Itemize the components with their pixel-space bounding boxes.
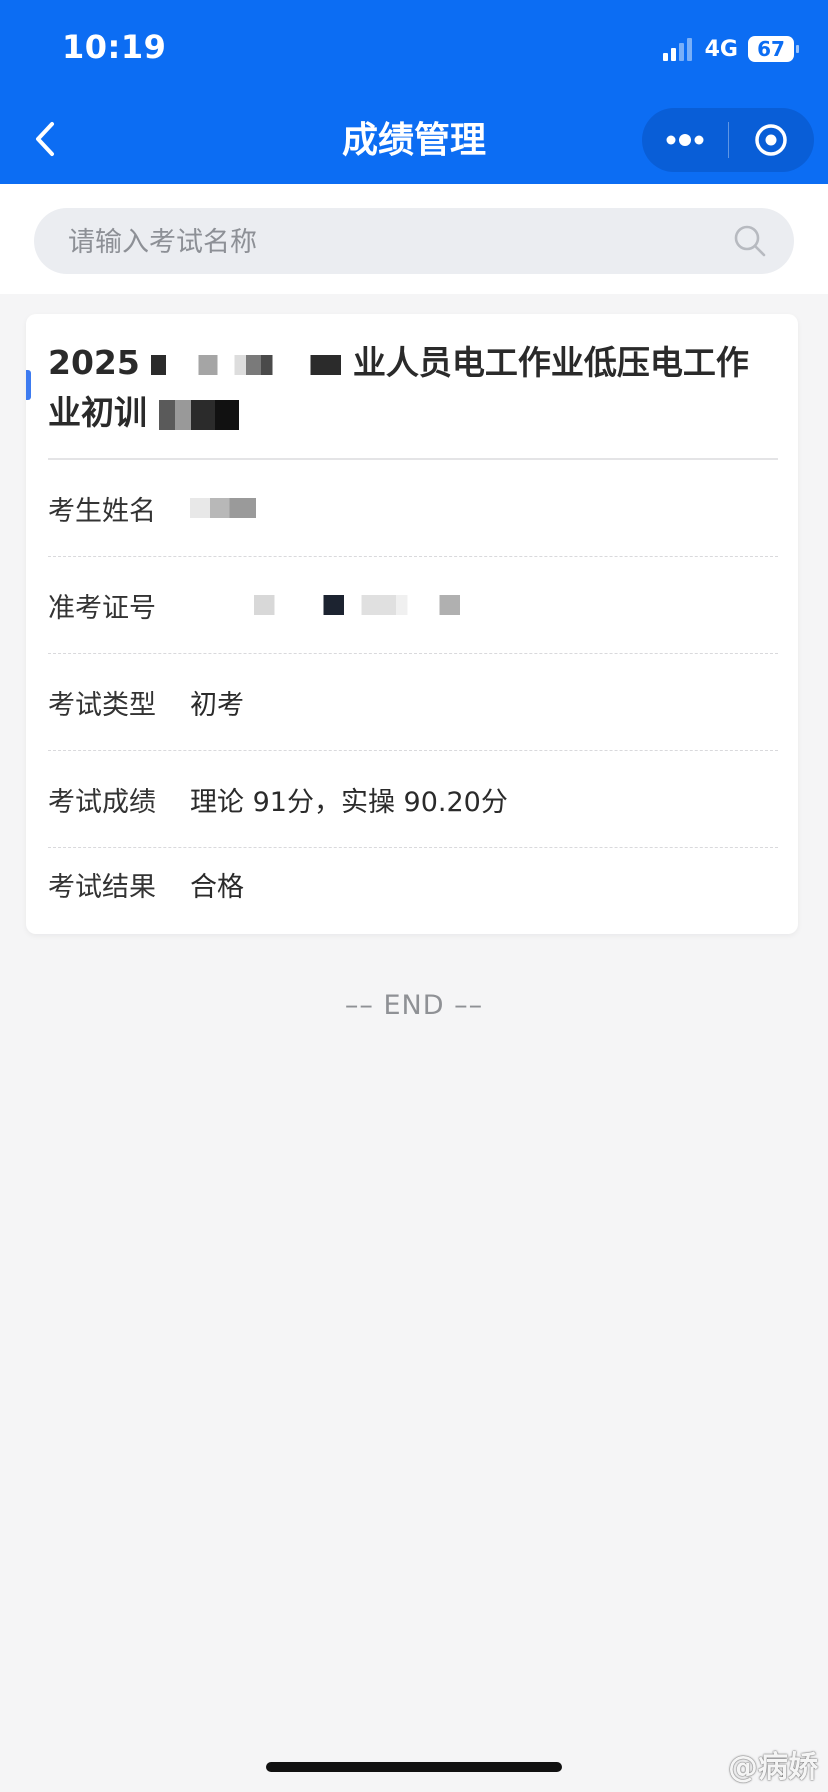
redacted-mosaic xyxy=(158,399,239,430)
field-row-exam-type: 考试类型 初考 xyxy=(48,654,778,751)
search-input[interactable] xyxy=(66,208,710,276)
field-row-score: 考试成绩 理论 91分，实操 90.20分 xyxy=(48,751,778,848)
close-mini-program-button[interactable] xyxy=(729,108,815,172)
field-value: 初考 xyxy=(190,689,244,721)
redacted-mosaic xyxy=(254,595,544,615)
field-row-ticket: 准考证号 xyxy=(48,557,778,654)
mini-program-capsule xyxy=(642,108,814,172)
field-value: 理论 91分，实操 90.20分 xyxy=(190,786,508,818)
field-label: 考生姓名 xyxy=(48,495,156,527)
signal-icon xyxy=(662,37,695,61)
field-label: 考试结果 xyxy=(48,871,156,903)
field-label: 考试成绩 xyxy=(48,786,156,818)
end-label: –– END –– xyxy=(344,990,484,1021)
status-indicators: 4G 67 xyxy=(662,34,799,64)
search-icon[interactable] xyxy=(732,223,768,259)
field-label: 准考证号 xyxy=(48,592,156,624)
field-value xyxy=(190,498,256,518)
more-dots-icon xyxy=(666,134,704,146)
exam-title-end: 业初训 xyxy=(48,393,147,432)
exam-title-middle: 业人员电工作业低压电工作 xyxy=(352,343,749,382)
search-box[interactable] xyxy=(34,208,794,276)
target-circle-icon xyxy=(755,124,787,156)
header: 10:19 4G 67 成绩管理 xyxy=(0,0,828,184)
battery-level: 67 xyxy=(757,37,785,61)
redacted-mosaic xyxy=(151,354,342,375)
field-row-name: 考生姓名 xyxy=(48,460,778,557)
status-time: 10:19 xyxy=(62,28,167,66)
battery-icon: 67 xyxy=(748,36,799,62)
home-indicator[interactable] xyxy=(266,1762,562,1772)
watermark: @病娇 xyxy=(728,1750,818,1785)
field-value xyxy=(190,595,544,615)
score-management-page: 10:19 4G 67 成绩管理 请输入考试名称 2025 业人员电工作业低压电… xyxy=(0,0,828,1792)
exam-result-card[interactable]: 2025 业人员电工作业低压电工作 业初训 考生姓名 准考证号 考试类型 初考 xyxy=(26,314,798,934)
more-button[interactable] xyxy=(642,108,728,172)
redacted-mosaic xyxy=(190,498,256,518)
network-label: 4G xyxy=(704,36,738,62)
field-label: 考试类型 xyxy=(48,689,156,721)
exam-title: 2025 业人员电工作业低压电工作 业初训 xyxy=(48,338,778,438)
field-row-result: 考试结果 合格 xyxy=(48,844,778,924)
card-accent-bar xyxy=(26,370,31,400)
field-value: 合格 xyxy=(190,871,244,903)
search-area xyxy=(0,184,828,294)
exam-title-year: 2025 xyxy=(48,343,140,382)
